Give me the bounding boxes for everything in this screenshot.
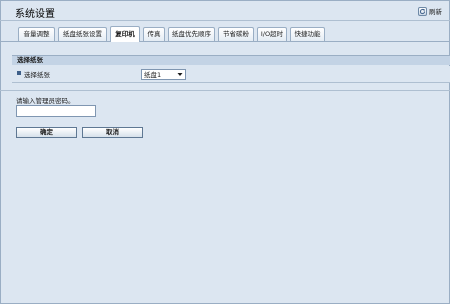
header-divider [0,20,450,21]
tab-fax[interactable]: 传真 [143,27,165,41]
tab-tray-priority[interactable]: 纸盘优先顺序 [168,27,215,41]
admin-password-input[interactable] [16,105,96,117]
refresh-icon [418,6,427,16]
tab-copier[interactable]: 复印机 [110,26,140,42]
ok-button[interactable]: 确定 [16,127,77,138]
tab-toner-saving[interactable]: 节省碳粉 [218,27,254,41]
setting-label-select-paper: 选择纸张 [24,71,50,79]
tab-bar-baseline [0,41,450,42]
window-frame [0,0,450,304]
refresh-button[interactable]: 刷新 [418,6,442,16]
tab-volume-adjust[interactable]: 音量调整 [18,27,55,41]
page-title: 系统设置 [15,9,55,20]
setting-row-select-paper [12,66,450,83]
section-header: 选择纸张 [12,55,450,65]
refresh-label: 刷新 [429,8,442,16]
paper-tray-select[interactable]: 纸盘1 [141,69,186,80]
content-divider [0,90,450,91]
chevron-down-icon [176,71,184,78]
paper-tray-select-value: 纸盘1 [144,71,162,79]
cancel-button[interactable]: 取消 [82,127,143,138]
bullet-icon [17,71,21,75]
tab-shortcut[interactable]: 快捷功能 [290,27,325,41]
tab-tray-paper-settings[interactable]: 纸盘纸张设置 [58,27,107,41]
password-prompt: 请输入管理员密码。 [16,97,75,105]
tab-io-timeout[interactable]: I/O超时 [257,27,287,41]
